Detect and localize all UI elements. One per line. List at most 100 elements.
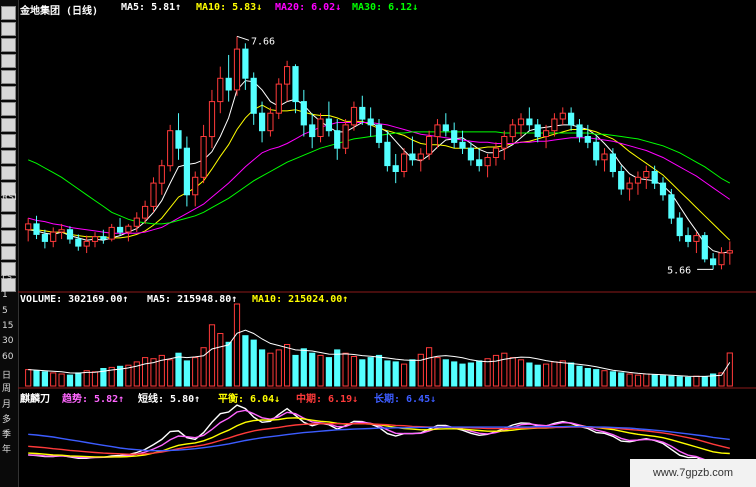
- toolbar-period-1[interactable]: Fs: [2, 272, 12, 282]
- candle-down: [100, 236, 107, 240]
- volume-bar-down: [66, 374, 74, 387]
- volume-bar-up: [401, 363, 408, 387]
- volume-bar-down: [384, 360, 391, 387]
- volume-bar-down: [300, 348, 307, 387]
- candle-down: [66, 229, 74, 240]
- chart-icon[interactable]: [1, 6, 16, 20]
- candle-up: [643, 171, 650, 178]
- mid-legend: 中期: 6.19↓: [296, 394, 359, 405]
- candle-up: [426, 136, 433, 155]
- volume-bar-up: [200, 347, 207, 387]
- fund-icon[interactable]: [1, 102, 16, 116]
- candle-down: [576, 124, 583, 138]
- volume-legend: VOLUME: 302169.00↑: [20, 294, 129, 305]
- candle-up: [509, 124, 516, 138]
- toolbar-period-12[interactable]: 年: [2, 442, 11, 455]
- candle-down: [451, 130, 458, 143]
- toolbar-period-4[interactable]: 15: [2, 321, 13, 331]
- candle-down: [467, 147, 474, 161]
- volume-bar-up: [91, 371, 99, 387]
- toolbar-period-3[interactable]: 5: [2, 306, 8, 316]
- volume-bar-up: [484, 358, 491, 387]
- toolbar-period-8[interactable]: 周: [2, 381, 11, 394]
- volume-bar-down: [676, 376, 683, 387]
- candle-down: [392, 165, 399, 172]
- candle-up: [217, 77, 224, 103]
- toolbar-period-11[interactable]: 季: [2, 427, 11, 440]
- rank-icon[interactable]: [1, 134, 16, 148]
- candle-down: [701, 235, 708, 260]
- volume-bar-up: [509, 357, 516, 387]
- volume-bar-down: [618, 372, 625, 387]
- toolbar-period-2[interactable]: 1: [2, 290, 8, 300]
- balance-legend: 平衡: 6.04↓: [218, 394, 281, 405]
- candle-up: [158, 165, 165, 184]
- move-icon[interactable]: [1, 230, 16, 244]
- volume-bar-down: [225, 341, 232, 387]
- ma30-legend: MA30: 6.12↓: [352, 2, 419, 13]
- refresh-icon[interactable]: [1, 246, 16, 260]
- volume-bar-up: [167, 359, 174, 387]
- toolbar-period-10[interactable]: 多: [2, 412, 11, 425]
- candle-up: [133, 217, 140, 227]
- volume-bar-down: [534, 364, 541, 387]
- volume-bar-up: [317, 354, 324, 387]
- volume-bar-down: [242, 335, 249, 387]
- candle-up: [83, 240, 90, 247]
- toolbar-period-0[interactable]: RSI: [2, 193, 17, 203]
- candle-up: [317, 118, 324, 137]
- candle-up: [58, 229, 65, 233]
- candle-up: [693, 235, 700, 242]
- f10-icon[interactable]: [1, 86, 16, 100]
- volume-bar-up: [267, 352, 274, 387]
- candle-up: [108, 226, 115, 240]
- volume-bar-up: [142, 357, 149, 387]
- trend-legend: 趋势: 5.82↑: [62, 394, 125, 405]
- volume-bar-up: [217, 333, 224, 387]
- candle-down: [375, 124, 383, 143]
- volume-bar-up: [50, 372, 57, 387]
- financial-icon[interactable]: [1, 118, 16, 132]
- volume-bar-down: [576, 365, 583, 387]
- candle-up: [167, 130, 174, 167]
- line-icon[interactable]: [1, 38, 16, 52]
- candle-down: [175, 130, 182, 149]
- volume-bar-up: [233, 303, 241, 387]
- candle-up: [517, 118, 525, 126]
- zoom-icon[interactable]: [1, 166, 16, 180]
- short-legend: 短线: 5.80↑: [138, 394, 201, 405]
- candle-up: [551, 118, 558, 132]
- volume-bar-down: [392, 361, 399, 387]
- candle-up: [417, 153, 424, 161]
- indicator-name: 麒麟刀: [20, 394, 50, 405]
- volume-bar-up: [543, 363, 550, 387]
- volume-bar-down: [367, 357, 374, 387]
- volume-bar-up: [626, 373, 633, 387]
- toolbar-period-5[interactable]: 30: [2, 336, 13, 346]
- chart-icon[interactable]: [1, 22, 16, 36]
- candle-up: [233, 48, 241, 91]
- volume-bar-up: [693, 375, 700, 387]
- candle-down: [292, 66, 299, 103]
- volume-bar-down: [701, 376, 708, 387]
- volume-bar-down: [183, 360, 191, 387]
- rsi-icon[interactable]: [1, 214, 16, 228]
- candle-down: [659, 182, 667, 196]
- search-icon[interactable]: [1, 150, 16, 164]
- candle-up: [125, 225, 132, 233]
- candle-up: [601, 153, 608, 161]
- text-icon[interactable]: [1, 70, 16, 84]
- toolbar-period-9[interactable]: 月: [2, 397, 11, 410]
- candle-down: [710, 258, 717, 266]
- candle-up: [543, 130, 550, 137]
- volume-bar-up: [559, 360, 566, 387]
- volume-bar-down: [75, 372, 82, 387]
- bar-icon[interactable]: [1, 54, 16, 68]
- candle-down: [442, 124, 449, 132]
- toolbar-period-6[interactable]: 60: [2, 352, 13, 362]
- candle-down: [41, 233, 48, 242]
- candle-down: [476, 159, 483, 167]
- candle-down: [183, 147, 191, 196]
- candle-down: [609, 153, 616, 172]
- toolbar-period-7[interactable]: 日: [2, 368, 11, 381]
